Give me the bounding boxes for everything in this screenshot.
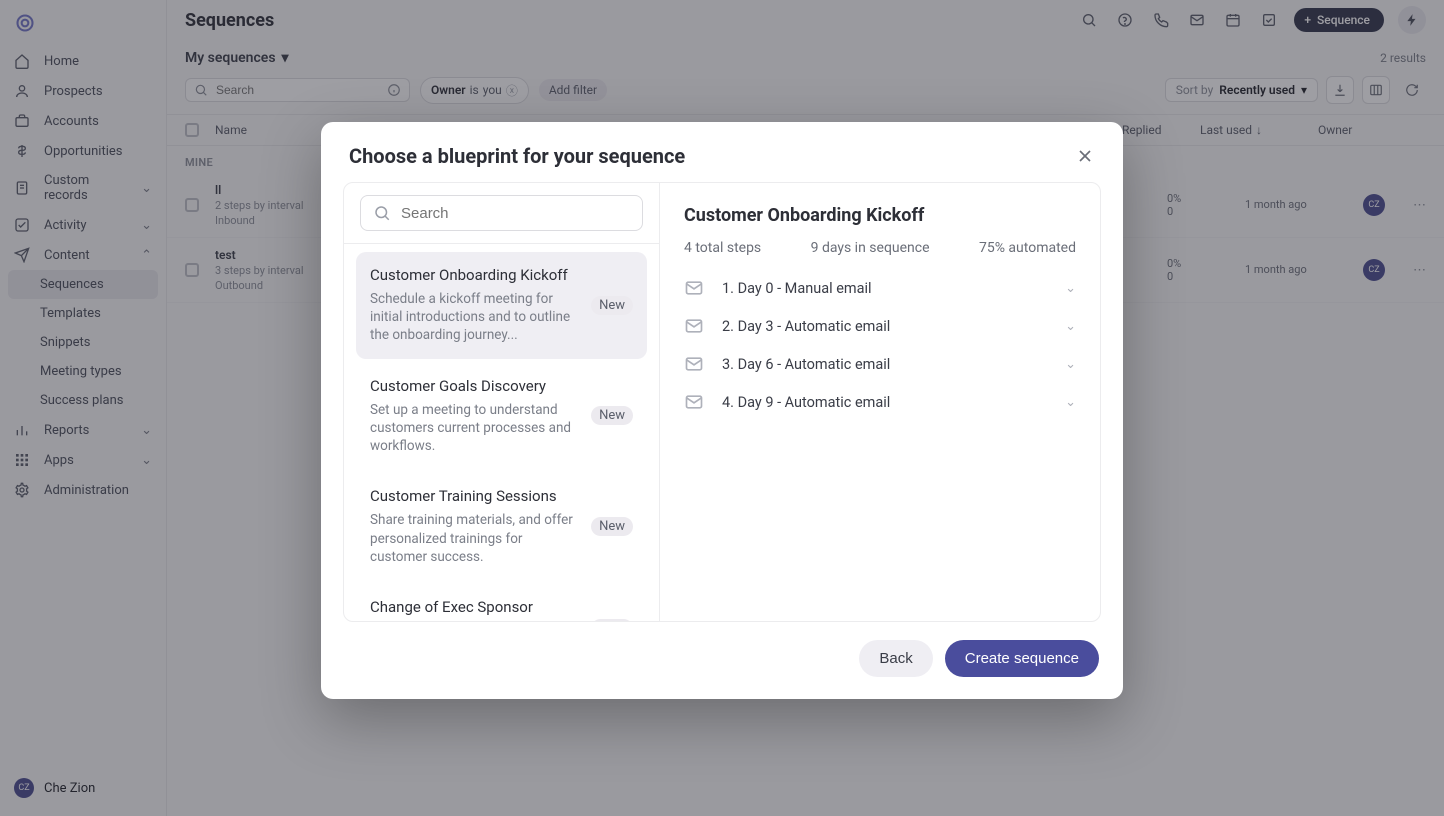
- step-row[interactable]: 1. Day 0 - Manual email ⌄: [684, 278, 1076, 298]
- blueprint-item[interactable]: Customer Goals Discovery Set up a meetin…: [356, 363, 647, 470]
- mail-icon: [684, 278, 704, 298]
- stat-days: 9 days in sequence: [811, 240, 930, 256]
- new-badge: New: [591, 619, 633, 621]
- create-sequence-button[interactable]: Create sequence: [945, 640, 1099, 677]
- modal-title: Choose a blueprint for your sequence: [349, 144, 685, 168]
- modal-overlay: Choose a blueprint for your sequence Cus…: [0, 0, 1444, 816]
- blueprint-item[interactable]: Customer Onboarding Kickoff Schedule a k…: [356, 252, 647, 359]
- mail-icon: [684, 316, 704, 336]
- detail-title: Customer Onboarding Kickoff: [684, 205, 1076, 226]
- blueprint-search-input[interactable]: [401, 205, 630, 222]
- mail-icon: [684, 392, 704, 412]
- step-row[interactable]: 3. Day 6 - Automatic email ⌄: [684, 354, 1076, 374]
- blueprint-modal: Choose a blueprint for your sequence Cus…: [321, 122, 1123, 699]
- stat-automated: 75% automated: [979, 240, 1076, 256]
- mail-icon: [684, 354, 704, 374]
- close-button[interactable]: [1075, 146, 1095, 166]
- blueprint-item[interactable]: Customer Training Sessions Share trainin…: [356, 473, 647, 580]
- blueprint-search[interactable]: [360, 195, 643, 231]
- new-badge: New: [591, 296, 633, 315]
- new-badge: New: [591, 406, 633, 425]
- chevron-down-icon: ⌄: [1065, 319, 1076, 334]
- back-button[interactable]: Back: [859, 640, 932, 677]
- new-badge: New: [591, 517, 633, 536]
- step-row[interactable]: 2. Day 3 - Automatic email ⌄: [684, 316, 1076, 336]
- step-row[interactable]: 4. Day 9 - Automatic email ⌄: [684, 392, 1076, 412]
- stat-total-steps: 4 total steps: [684, 240, 761, 256]
- chevron-down-icon: ⌄: [1065, 357, 1076, 372]
- search-icon: [373, 204, 391, 222]
- chevron-down-icon: ⌄: [1065, 395, 1076, 410]
- blueprint-list-pane: Customer Onboarding Kickoff Schedule a k…: [344, 183, 660, 621]
- blueprint-detail-pane: Customer Onboarding Kickoff 4 total step…: [660, 183, 1100, 621]
- chevron-down-icon: ⌄: [1065, 281, 1076, 296]
- blueprint-item[interactable]: Change of Exec Sponsor Establish a conne…: [356, 584, 647, 621]
